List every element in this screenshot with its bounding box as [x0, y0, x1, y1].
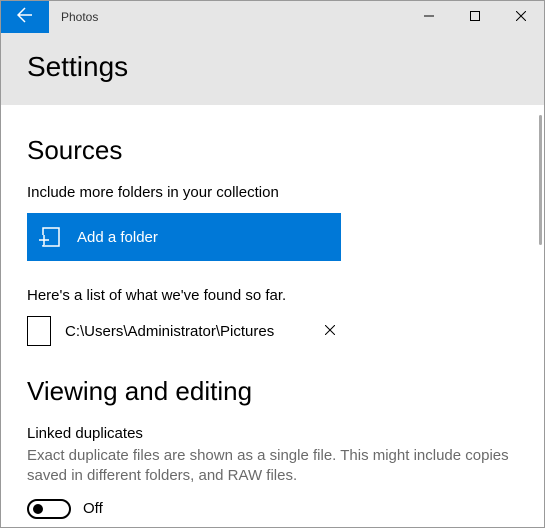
back-button[interactable] [1, 1, 49, 33]
linked-duplicates-desc: Exact duplicate files are shown as a sin… [27, 446, 518, 487]
window-controls [406, 1, 544, 33]
linked-duplicates-toggle-row: Off [27, 499, 518, 519]
scrollbar-thumb[interactable] [539, 115, 542, 245]
folder-icon [27, 316, 51, 346]
remove-folder-button[interactable] [315, 316, 345, 346]
minimize-button[interactable] [406, 1, 452, 33]
sources-include-text: Include more folders in your collection [27, 184, 518, 201]
add-folder-button[interactable]: Add a folder [27, 213, 341, 261]
title-bar: Photos [1, 1, 544, 33]
add-folder-label: Add a folder [77, 229, 158, 246]
linked-duplicates-toggle[interactable] [27, 499, 71, 519]
page-title: Settings [27, 51, 518, 83]
folder-path: C:\Users\Administrator\Pictures [65, 323, 285, 340]
minimize-icon [424, 8, 434, 26]
viewing-heading: Viewing and editing [27, 376, 518, 407]
arrow-left-icon [17, 7, 33, 28]
sources-found-text: Here's a list of what we've found so far… [27, 287, 518, 304]
close-button[interactable] [498, 1, 544, 33]
close-icon [516, 8, 526, 26]
page-header: Settings [1, 33, 544, 105]
app-title: Photos [49, 1, 406, 33]
content-area: Sources Include more folders in your col… [1, 105, 544, 527]
maximize-icon [470, 8, 480, 26]
sources-heading: Sources [27, 135, 518, 166]
linked-duplicates-title: Linked duplicates [27, 425, 518, 442]
close-icon [325, 322, 335, 340]
toggle-knob [33, 504, 43, 514]
linked-duplicates-state: Off [83, 500, 103, 517]
folder-row: C:\Users\Administrator\Pictures [27, 316, 518, 346]
maximize-button[interactable] [452, 1, 498, 33]
add-folder-icon [39, 225, 63, 249]
